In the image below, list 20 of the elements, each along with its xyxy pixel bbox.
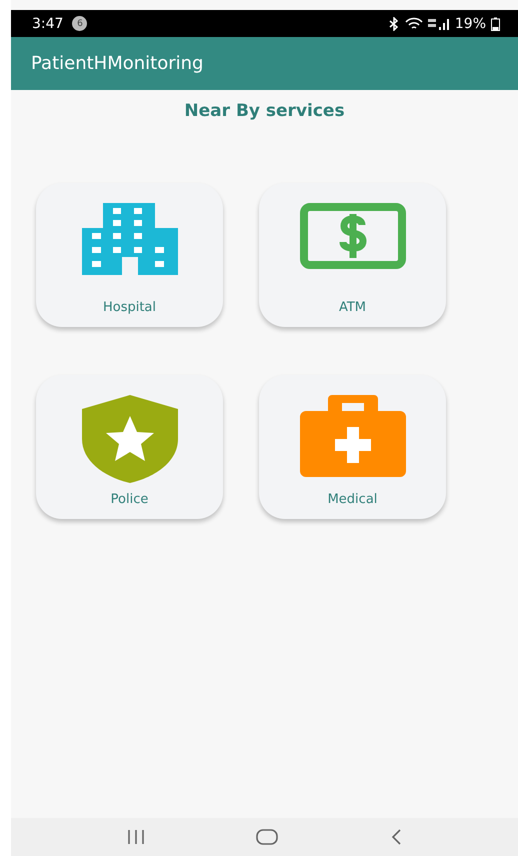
service-card[interactable]: Medical	[259, 375, 446, 519]
battery-icon	[491, 16, 500, 30]
section-heading: Near By services	[183, 100, 346, 121]
recent-apps-icon[interactable]	[126, 830, 145, 844]
battery-percent: 19%	[454, 16, 486, 32]
back-icon[interactable]	[390, 829, 402, 845]
home-icon[interactable]	[256, 829, 278, 845]
app-title: PatientHMonitoring	[31, 53, 204, 74]
notification-count: 6	[72, 16, 88, 31]
shield-star-icon	[82, 395, 178, 483]
signal-icon	[428, 16, 450, 30]
service-card[interactable]: Hospital	[36, 183, 223, 327]
bluetooth-icon	[388, 16, 400, 30]
building-icon	[82, 203, 178, 275]
first-aid-kit-icon	[300, 395, 406, 477]
service-card[interactable]: ATM	[259, 183, 446, 327]
wifi-icon	[404, 16, 423, 30]
clock-time: 3:47	[32, 16, 64, 32]
service-card[interactable]: Police	[36, 375, 223, 519]
banknote-icon	[300, 203, 406, 269]
